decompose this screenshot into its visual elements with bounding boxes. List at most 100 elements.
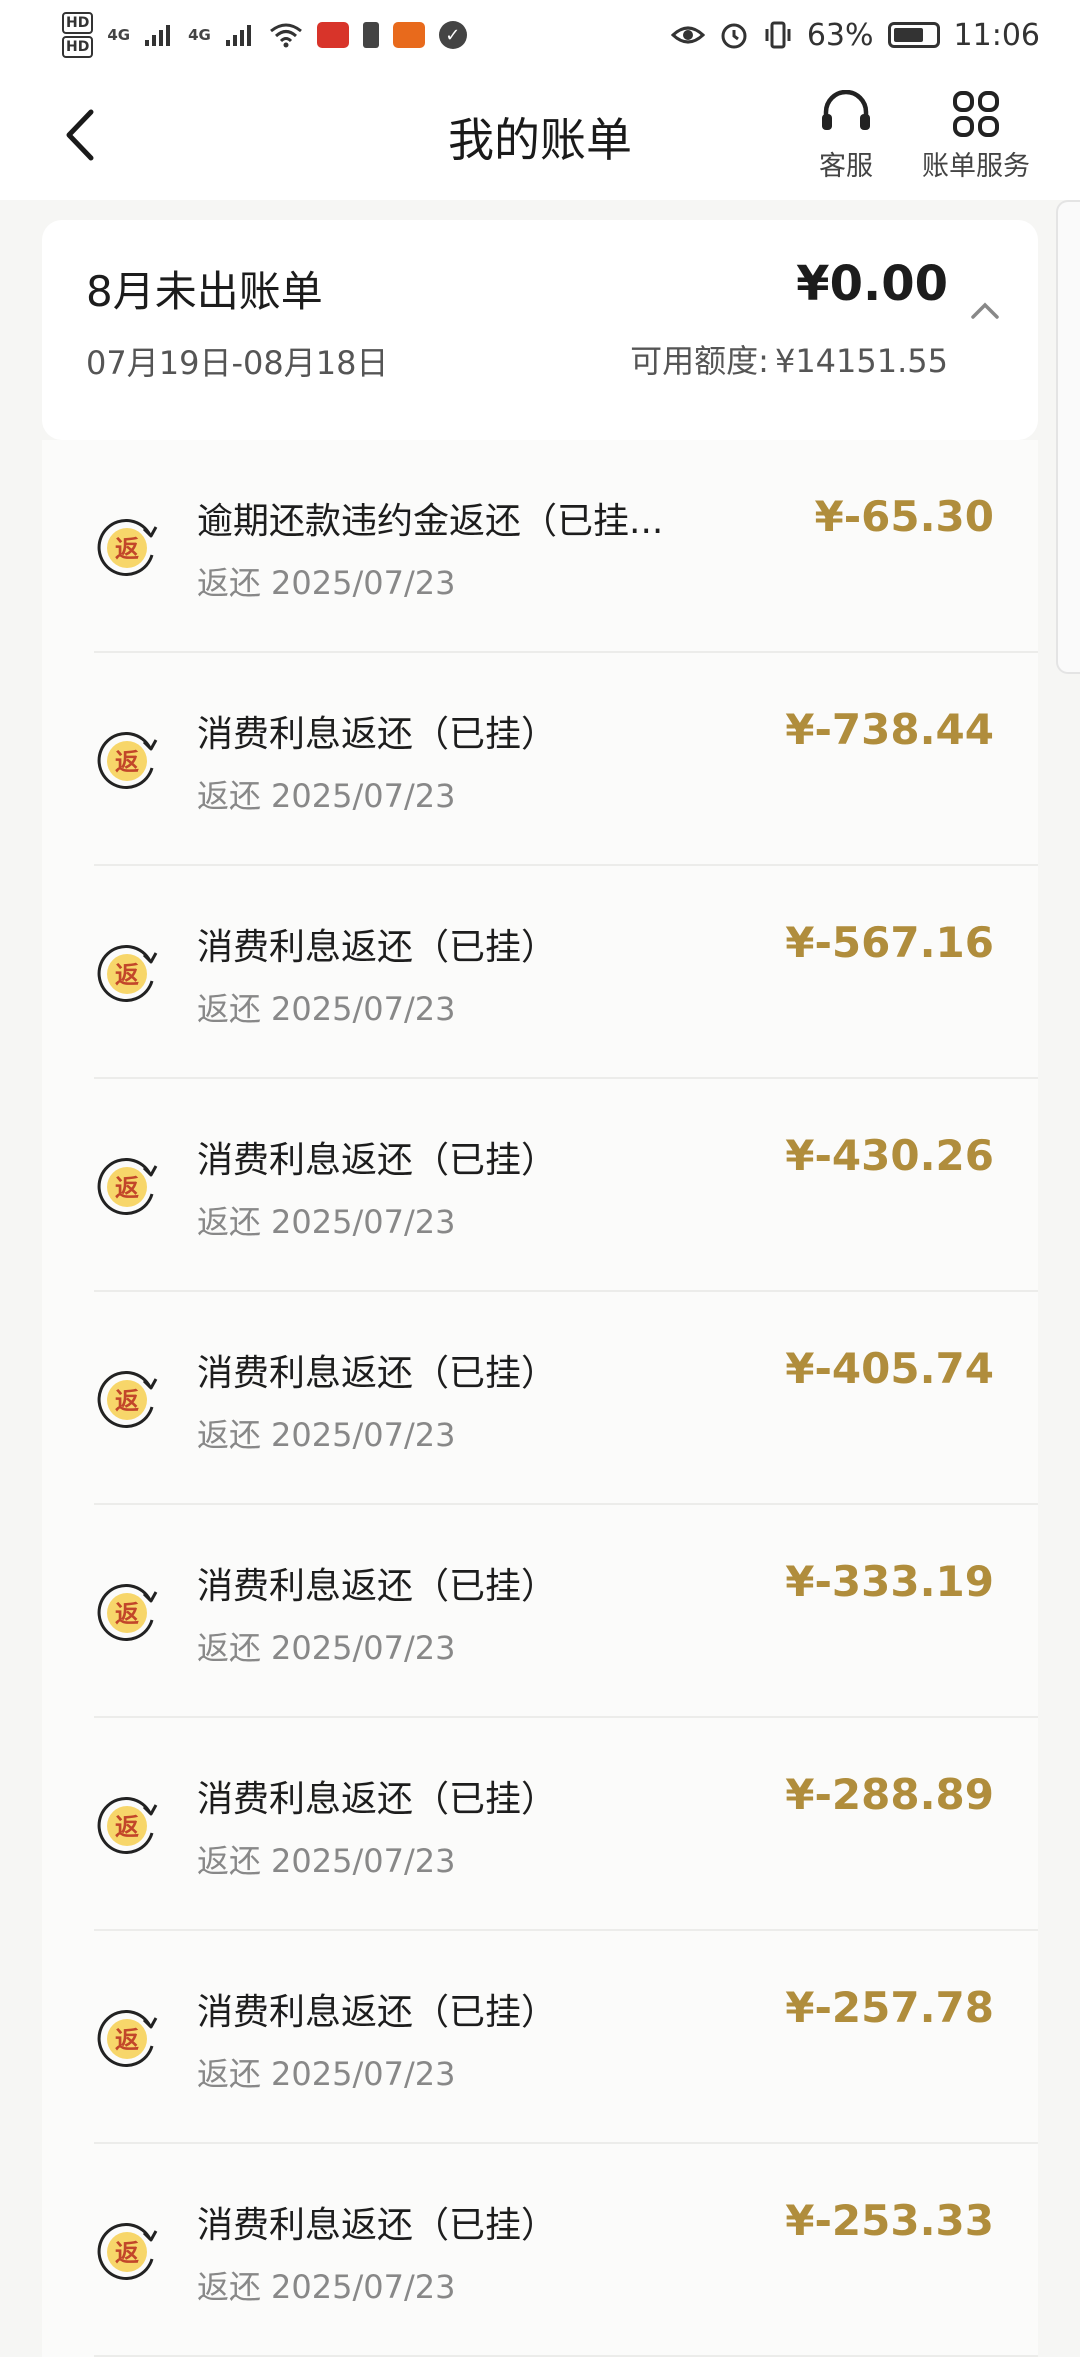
scroll-handle[interactable] xyxy=(1056,200,1080,674)
transaction-subtitle: 返还 2025/07/23 xyxy=(197,771,455,817)
transaction-title: 消费利息返还（已挂） xyxy=(197,1992,558,2033)
eye-icon xyxy=(670,26,705,44)
signal-icon xyxy=(225,25,251,46)
transaction-title: 消费利息返还（已挂） xyxy=(197,927,558,968)
hd-badges: HD HD xyxy=(62,12,94,58)
hd-badge: HD xyxy=(62,36,94,58)
transaction-row[interactable]: 返 消费利息返还（已挂） 返还 2025/07/23 ¥-430.26 xyxy=(42,1079,1038,1292)
bill-month-title: 8月未出账单 xyxy=(86,267,323,316)
available-credit: 可用额度: ¥14151.55 xyxy=(630,336,948,382)
battery-icon xyxy=(887,22,940,48)
bill-services-label: 账单服务 xyxy=(922,151,1030,182)
refund-icon: 返 xyxy=(94,1367,160,1433)
status-bar: HD HD 4G 4G ✓ 63% 11:06 xyxy=(0,0,1080,70)
transaction-date: 2025/07/23 xyxy=(271,1203,456,1241)
transaction-row[interactable]: 返 消费利息返还（已挂） 返还 2025/07/23 ¥-738.44 xyxy=(42,653,1038,866)
transaction-title: 消费利息返还（已挂） xyxy=(197,714,558,755)
refund-glyph: 返 xyxy=(115,1813,139,1841)
refund-icon: 返 xyxy=(94,515,160,581)
customer-service-button[interactable]: 客服 xyxy=(818,88,874,183)
transaction-amount: ¥-65.30 xyxy=(814,492,994,541)
transaction-type: 返还 xyxy=(197,777,262,815)
network-type: 4G xyxy=(188,26,211,44)
transaction-title: 消费利息返还（已挂） xyxy=(197,2205,558,2246)
refund-icon: 返 xyxy=(94,941,160,1007)
transaction-subtitle: 返还 2025/07/23 xyxy=(197,1836,455,1882)
alarm-icon xyxy=(721,23,747,49)
transaction-amount: ¥-288.89 xyxy=(785,1770,994,1819)
collapse-toggle[interactable] xyxy=(970,300,1000,324)
transaction-row[interactable]: 返 逾期还款违约金返还（已挂... 返还 2025/07/23 ¥-65.30 xyxy=(42,440,1038,653)
transaction-subtitle: 返还 2025/07/23 xyxy=(197,984,455,1030)
refund-icon: 返 xyxy=(94,1793,160,1859)
refund-icon: 返 xyxy=(94,1580,160,1646)
transaction-amount: ¥-567.16 xyxy=(785,918,994,967)
transaction-subtitle: 返还 2025/07/23 xyxy=(197,1197,455,1243)
refund-glyph: 返 xyxy=(115,748,139,776)
transaction-amount: ¥-738.44 xyxy=(785,705,994,754)
transaction-amount: ¥-430.26 xyxy=(785,1131,994,1180)
status-bar-right: 63% 11:06 xyxy=(670,17,1040,53)
transaction-date: 2025/07/23 xyxy=(271,990,456,1028)
chevron-up-icon xyxy=(971,302,999,319)
transaction-subtitle: 返还 2025/07/23 xyxy=(197,558,455,604)
transaction-type: 返还 xyxy=(197,2268,262,2306)
refund-glyph: 返 xyxy=(115,1600,139,1628)
wifi-icon xyxy=(269,23,302,48)
refund-glyph: 返 xyxy=(115,2239,139,2267)
transaction-title: 消费利息返还（已挂） xyxy=(197,1566,558,1607)
refund-glyph: 返 xyxy=(115,535,139,563)
refund-glyph: 返 xyxy=(115,961,139,989)
available-credit-value: ¥14151.55 xyxy=(774,342,948,380)
transaction-subtitle: 返还 2025/07/23 xyxy=(197,2049,455,2095)
app-notification-icon xyxy=(316,22,349,48)
transaction-date: 2025/07/23 xyxy=(271,1416,456,1454)
transaction-type: 返还 xyxy=(197,1416,262,1454)
hd-badge: HD xyxy=(62,12,94,34)
status-bar-left: HD HD 4G 4G ✓ xyxy=(62,12,467,58)
bill-amount: ¥0.00 xyxy=(796,256,948,312)
transaction-row[interactable]: 返 消费利息返还（已挂） 返还 2025/07/23 ¥-257.78 xyxy=(42,1931,1038,2144)
refund-icon: 返 xyxy=(94,2006,160,2072)
transaction-row[interactable]: 返 消费利息返还（已挂） 返还 2025/07/23 ¥-333.19 xyxy=(42,1505,1038,1718)
refund-icon: 返 xyxy=(94,2219,160,2285)
available-credit-label: 可用额度: xyxy=(630,342,769,380)
refund-glyph: 返 xyxy=(115,1387,139,1415)
transaction-type: 返还 xyxy=(197,564,262,602)
transaction-type: 返还 xyxy=(197,1203,262,1241)
vibrate-icon xyxy=(765,21,791,49)
refund-icon: 返 xyxy=(94,1154,160,1220)
transaction-type: 返还 xyxy=(197,1629,262,1667)
clock: 11:06 xyxy=(953,17,1040,53)
transaction-row[interactable]: 返 消费利息返还（已挂） 返还 2025/07/23 ¥-405.74 xyxy=(42,1292,1038,1505)
transaction-amount: ¥-405.74 xyxy=(785,1344,994,1393)
transaction-list: 返 逾期还款违约金返还（已挂... 返还 2025/07/23 ¥-65.30 返… xyxy=(42,440,1038,2357)
transaction-row[interactable]: 返 消费利息返还（已挂） 返还 2025/07/23 ¥-567.16 xyxy=(42,866,1038,1079)
network-type: 4G xyxy=(107,26,131,44)
transaction-type: 返还 xyxy=(197,1842,262,1880)
refund-glyph: 返 xyxy=(115,2026,139,2054)
transaction-type: 返还 xyxy=(197,990,262,1028)
transaction-type: 返还 xyxy=(197,2055,262,2093)
bill-summary-card[interactable]: 8月未出账单 07月19日-08月18日 ¥0.00 可用额度: ¥14151.5… xyxy=(42,220,1038,440)
refund-glyph: 返 xyxy=(115,1174,139,1202)
grid-icon xyxy=(953,91,999,137)
transaction-date: 2025/07/23 xyxy=(271,2268,456,2306)
bill-services-button[interactable]: 账单服务 xyxy=(922,88,1030,183)
transaction-title: 消费利息返还（已挂） xyxy=(197,1140,558,1181)
nav-bar: 我的账单 客服 账单服务 xyxy=(0,70,1080,200)
transaction-amount: ¥-257.78 xyxy=(785,1983,994,2032)
transaction-date: 2025/07/23 xyxy=(271,564,456,602)
transaction-row[interactable]: 返 消费利息返还（已挂） 返还 2025/07/23 ¥-253.33 xyxy=(42,2144,1038,2357)
transaction-date: 2025/07/23 xyxy=(271,1842,456,1880)
security-shield-icon: ✓ xyxy=(438,21,467,49)
transaction-row[interactable]: 返 消费利息返还（已挂） 返还 2025/07/23 ¥-288.89 xyxy=(42,1718,1038,1931)
transaction-title: 逾期还款违约金返还（已挂... xyxy=(197,501,664,542)
transaction-date: 2025/07/23 xyxy=(271,1629,456,1667)
transaction-amount: ¥-253.33 xyxy=(785,2196,994,2245)
page-title: 我的账单 xyxy=(448,113,632,167)
transaction-date: 2025/07/23 xyxy=(271,777,456,815)
signal-icon xyxy=(145,25,171,46)
transaction-title: 消费利息返还（已挂） xyxy=(197,1353,558,1394)
transaction-subtitle: 返还 2025/07/23 xyxy=(197,2262,455,2308)
